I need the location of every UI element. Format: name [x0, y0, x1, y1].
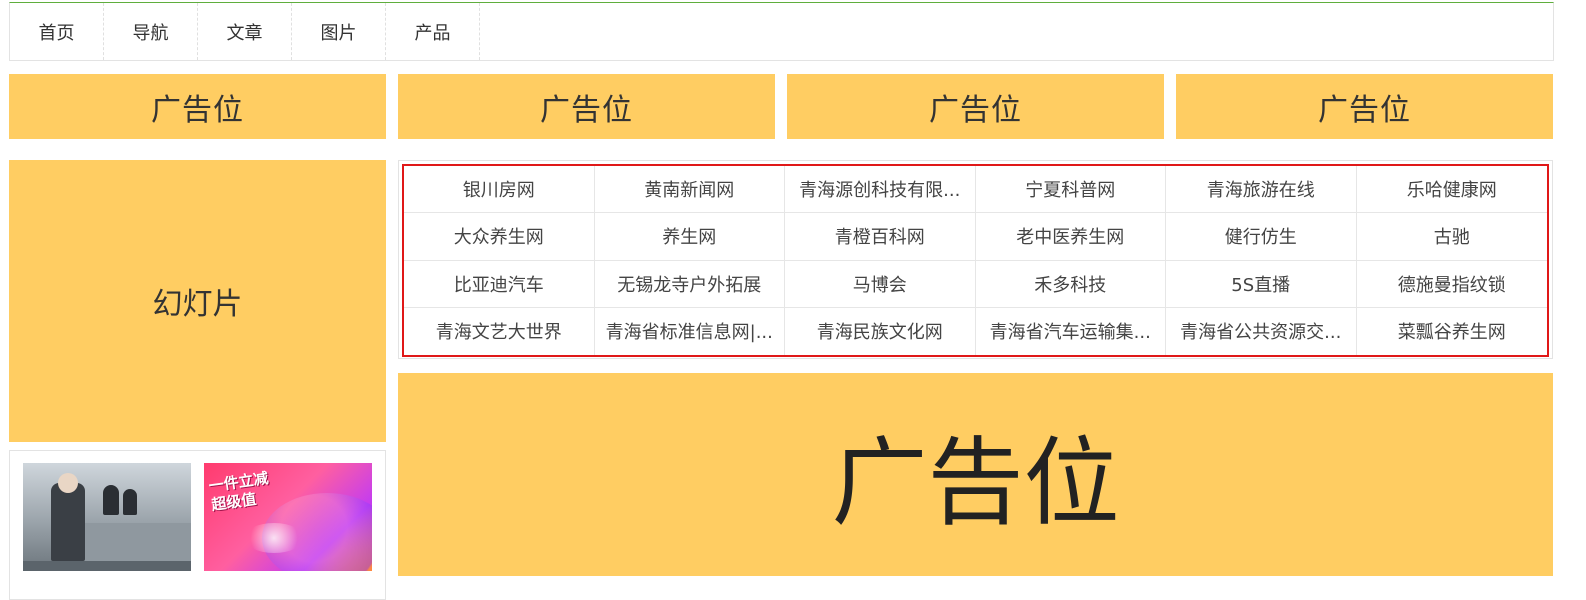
link-item[interactable]: 青海旅游在线 — [1166, 166, 1357, 214]
link-item[interactable]: 乐哈健康网 — [1356, 166, 1547, 214]
link-label: 老中医养生网 — [1016, 227, 1125, 249]
ad-slot-large[interactable]: 广告位 — [398, 373, 1553, 576]
link-item[interactable]: 无锡龙寺户外拓展 — [594, 260, 785, 308]
worker-figure — [103, 485, 119, 515]
floor-stripe — [23, 561, 191, 571]
link-item[interactable]: 古驰 — [1356, 213, 1547, 261]
link-item[interactable]: 比亚迪汽车 — [404, 260, 595, 308]
link-item[interactable]: 大众养生网 — [404, 213, 595, 261]
link-label: 宁夏科普网 — [1025, 180, 1116, 202]
link-label: 大众养生网 — [453, 227, 544, 249]
nav-item-images[interactable]: 图片 — [292, 3, 386, 60]
promo-text: 一件立减 超级值 — [208, 469, 273, 515]
link-label: 青海文艺大世界 — [435, 322, 562, 344]
link-label: 银川房网 — [462, 180, 535, 202]
ad-label: 广告位 — [540, 92, 633, 128]
link-label: 5S直播 — [1231, 274, 1291, 296]
link-item[interactable]: 马博会 — [785, 260, 976, 308]
ad-slot-2[interactable]: 广告位 — [398, 74, 775, 139]
link-item[interactable]: 青海民族文化网 — [785, 307, 976, 355]
link-item[interactable]: 宁夏科普网 — [975, 166, 1166, 214]
nav-item-navigation[interactable]: 导航 — [104, 3, 198, 60]
link-label: 无锡龙寺户外拓展 — [617, 274, 762, 296]
link-item[interactable]: 青海省公共资源交... — [1166, 307, 1357, 355]
link-label: 健行仿生 — [1224, 227, 1297, 249]
link-label: 青海源创科技有限... — [799, 180, 961, 202]
link-item[interactable]: 青海文艺大世界 — [404, 307, 595, 355]
link-label: 养生网 — [662, 227, 717, 249]
ad-slot-4[interactable]: 广告位 — [1176, 74, 1553, 139]
ad-label: 广告位 — [1318, 92, 1411, 128]
news-thumbnail-factory[interactable] — [23, 463, 191, 571]
ad-label: 广告位 — [929, 92, 1022, 128]
news-thumbnail-promo[interactable]: 一件立减 超级值 — [204, 463, 372, 571]
link-label: 青橙百科网 — [834, 227, 925, 249]
top-nav: 首页 导航 文章 图片 产品 — [9, 2, 1554, 61]
worker-figure — [51, 483, 85, 561]
link-label: 马博会 — [852, 274, 907, 296]
link-item[interactable]: 黄南新闻网 — [594, 166, 785, 214]
link-item[interactable]: 青橙百科网 — [785, 213, 976, 261]
link-label: 德施曼指纹锁 — [1397, 274, 1506, 296]
nav-item-products[interactable]: 产品 — [386, 3, 480, 60]
link-item[interactable]: 禾多科技 — [975, 260, 1166, 308]
news-panel: 一件立减 超级值 — [9, 450, 386, 600]
link-item[interactable]: 健行仿生 — [1166, 213, 1357, 261]
slideshow[interactable]: 幻灯片 — [9, 160, 386, 442]
link-item[interactable]: 银川房网 — [404, 166, 595, 214]
ad-label: 广告位 — [151, 92, 244, 128]
link-item[interactable]: 青海源创科技有限... — [785, 166, 976, 214]
link-label: 禾多科技 — [1034, 274, 1107, 296]
link-item[interactable]: 老中医养生网 — [975, 213, 1166, 261]
ad-slot-1[interactable]: 广告位 — [9, 74, 386, 139]
link-label: 青海省标准信息网|... — [605, 322, 773, 344]
links-grid: 银川房网 黄南新闻网 青海源创科技有限... 宁夏科普网 青海旅游在线 乐哈健康网大众养生… — [402, 164, 1549, 357]
link-item[interactable]: 青海省汽车运输集... — [976, 307, 1166, 355]
worker-head — [58, 473, 78, 493]
nav-item-articles[interactable]: 文章 — [198, 3, 292, 60]
link-label: 比亚迪汽车 — [453, 274, 544, 296]
link-item[interactable]: 德施曼指纹锁 — [1356, 261, 1547, 308]
link-label: 乐哈健康网 — [1406, 180, 1497, 202]
promo-glow — [244, 523, 304, 553]
worker-figure — [123, 489, 137, 515]
link-label: 黄南新闻网 — [644, 180, 735, 202]
link-label: 菜瓢谷养生网 — [1397, 322, 1506, 344]
link-label: 青海旅游在线 — [1206, 180, 1315, 202]
link-item[interactable]: 青海省标准信息网|... — [595, 307, 785, 355]
bench-shape — [83, 523, 191, 563]
link-label: 青海民族文化网 — [816, 322, 943, 344]
link-label: 青海省汽车运输集... — [989, 322, 1151, 344]
links-panel: 银川房网 黄南新闻网 青海源创科技有限... 宁夏科普网 青海旅游在线 乐哈健康网大众养生… — [398, 160, 1553, 359]
link-item[interactable]: 5S直播 — [1166, 260, 1357, 308]
link-item[interactable]: 养生网 — [594, 213, 785, 261]
link-label: 古驰 — [1433, 227, 1470, 249]
ad-large-label: 广告位 — [831, 427, 1120, 539]
nav-item-home[interactable]: 首页 — [10, 3, 104, 60]
link-label: 青海省公共资源交... — [1180, 322, 1342, 344]
ad-slot-3[interactable]: 广告位 — [787, 74, 1164, 139]
link-item[interactable]: 菜瓢谷养生网 — [1357, 308, 1548, 355]
slideshow-label: 幻灯片 — [152, 287, 243, 322]
